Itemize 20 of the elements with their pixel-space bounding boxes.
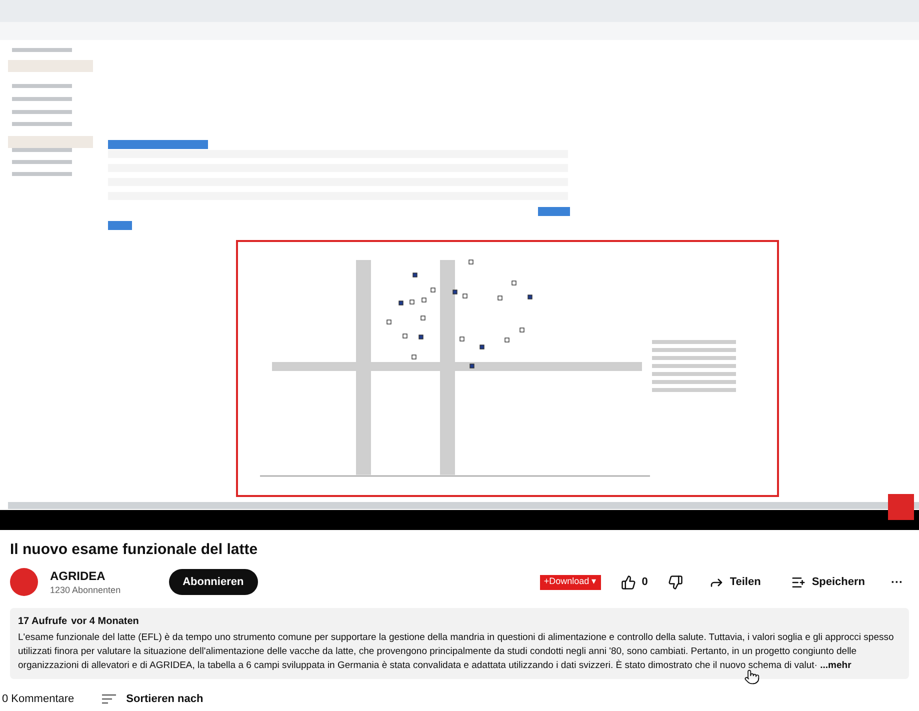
download-button[interactable]: +Download ▾ [540, 574, 601, 590]
video-title: Il nuovo esame funzionale del latte [9, 540, 259, 560]
save-button[interactable]: Speichern [780, 569, 875, 595]
subscriber-count: 1230 Abonnenten [50, 584, 121, 596]
comment-count: 0 Kommentare [2, 692, 74, 707]
sort-icon [102, 694, 116, 704]
thumbs-up-icon [620, 574, 636, 590]
upload-age: vor 4 Monaten [71, 615, 139, 629]
hand-cursor-icon [744, 669, 760, 685]
view-count: 17 Aufrufe [18, 615, 68, 629]
share-button[interactable]: Teilen [698, 569, 771, 595]
playlist-add-icon [790, 574, 806, 590]
channel-avatar[interactable] [10, 568, 38, 596]
subscribe-button[interactable]: Abonnieren [168, 569, 258, 595]
show-more-link[interactable]: ...mehr [820, 660, 852, 671]
description-text: L'esame funzionale del latte (EFL) è da tempo uno strumento comune per supportare la gestione della mandria in questioni di alimentazione e controllo della salute. Tuttavia, i valori soglia e gli approcci spesso utilizzati finora per valutare la situazione dell'alimentazione delle vacche da latte, che provengono principalmente da studi condotti negli anni '80, sono cambiati. Pertanto, in un progetto congiunto delle organizzazioni di allevatori e di AGRIDEA, la tabella a 6 campi sviluppata in Germania è stata convalidata e adattata utilizzando i dati svizzeri. È stato dimostrato che il nuovo schema di valut· ...mehr [18, 631, 895, 673]
like-button[interactable]: 0 [616, 569, 652, 595]
channel-name[interactable]: AGRIDEA [50, 568, 121, 584]
sort-button[interactable]: Sortieren nach [102, 691, 204, 708]
more-button[interactable]: ··· [885, 569, 909, 595]
